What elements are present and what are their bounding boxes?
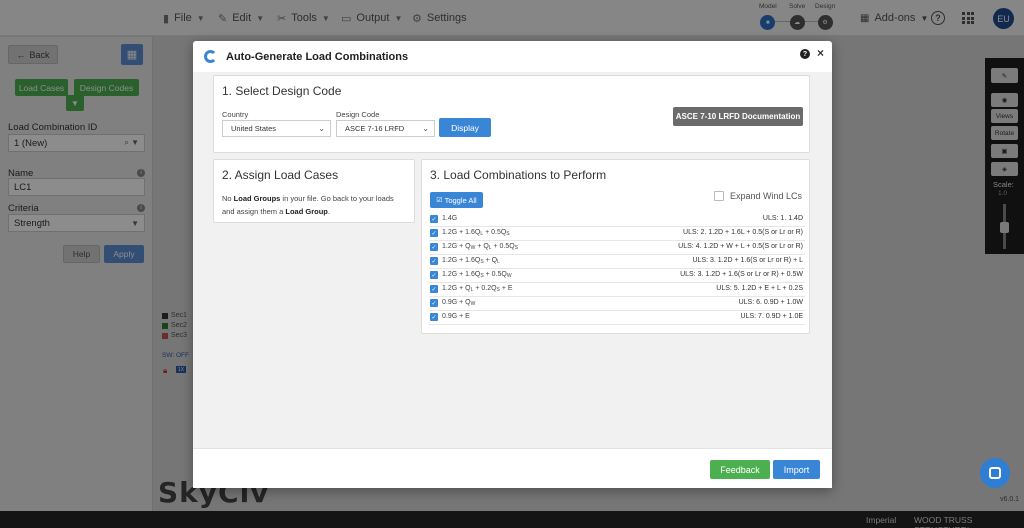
combination-formula: 1.2G + 1.6QS + 0.5QW [442,271,512,279]
load-combination-row[interactable]: ✓ 1.2G + 1.6QS + QL ULS: 3. 1.2D + 1.6(S o… [429,255,805,269]
load-combination-row[interactable]: ✓ 1.2G + QL + 0.2QS + E ULS: 5. 1.2D + E +… [429,283,805,297]
modal-title: Auto-Generate Load Combinations [226,51,409,63]
load-combination-row[interactable]: ✓ 1.2G + 1.6QL + 0.5QS ULS: 2. 1.2D + 1.6L… [429,227,805,241]
uls-combination: ULS: 7. 0.9D + 1.0E [740,313,803,320]
modal-footer: Feedback Import [193,448,832,488]
expand-wind-label: Expand Wind LCs [730,191,803,201]
close-icon[interactable]: × [817,46,824,60]
uls-combination: ULS: 4. 1.2D + W + L + 0.5(S or Lr or R) [678,243,803,250]
section-title: 2. Assign Load Cases [222,168,339,182]
combination-formula: 1.2G + 1.6QL + 0.5QS [442,229,510,237]
check-icon[interactable]: ✓ [430,243,438,251]
combination-formula: 1.2G + QL + 0.2QS + E [442,285,513,293]
country-value: United States [231,124,277,133]
help-icon[interactable]: ? [800,49,810,59]
chevron-down-icon: ⌄ [422,124,429,133]
select-design-code-card: 1. Select Design Code Country United Sta… [213,75,810,153]
check-icon[interactable]: ✓ [430,313,438,321]
uls-combination: ULS: 6. 0.9D + 1.0W [738,299,803,306]
check-icon[interactable]: ✓ [430,299,438,307]
uls-combination: ULS: 3. 1.2D + 1.6(S or Lr or R) + L [692,257,804,264]
combination-formula: 0.9G + QW [442,299,476,307]
check-icon[interactable]: ✓ [430,257,438,265]
assign-load-cases-text: No Load Groups in your file. Go back to … [222,194,394,216]
checkbox-icon: ☑ [436,197,443,204]
load-combination-row[interactable]: ✓ 0.9G + QW ULS: 6. 0.9D + 1.0W [429,297,805,311]
design-code-label: Design Code [336,110,380,119]
load-combination-row[interactable]: ✓ 0.9G + E ULS: 7. 0.9D + 1.0E [429,311,805,325]
design-code-select[interactable]: ASCE 7-16 LRFD ⌄ [336,120,435,137]
uls-combination: ULS: 5. 1.2D + E + L + 0.2S [716,285,803,292]
chat-icon [989,467,1001,479]
combination-formula: 0.9G + E [442,313,470,320]
load-combination-row[interactable]: ✓ 1.2G + 1.6QS + 0.5QW ULS: 3. 1.2D + 1.6(… [429,269,805,283]
check-icon[interactable]: ✓ [430,215,438,223]
check-icon[interactable]: ✓ [430,285,438,293]
combination-formula: 1.2G + QW + QL + 0.5QS [442,243,519,251]
uls-combination: ULS: 2. 1.2D + 1.6L + 0.5(S or Lr or R) [683,229,803,236]
country-label: Country [222,110,249,119]
uls-combination: ULS: 1. 1.4D [762,215,803,222]
combination-formula: 1.2G + 1.6QS + QL [442,257,500,265]
country-select[interactable]: United States ⌄ [222,120,331,137]
chat-button[interactable] [980,458,1010,488]
uls-combination: ULS: 3. 1.2D + 1.6(S or Lr or R) + 0.5W [680,271,803,278]
check-icon[interactable]: ✓ [430,229,438,237]
modal-header: Auto-Generate Load Combinations ? × [193,41,832,72]
toggle-all-button[interactable]: ☑ Toggle All [430,192,483,208]
import-button[interactable]: Import [773,460,820,479]
load-combinations-card: 3. Load Combinations to Perform ☑ Toggle… [421,159,810,334]
toggle-all-label: Toggle All [444,195,477,205]
skyciv-logo-icon [204,50,217,63]
combination-formula: 1.4G [442,215,458,222]
feedback-button[interactable]: Feedback [710,460,770,479]
auto-generate-modal: Auto-Generate Load Combinations ? × 1. S… [193,41,832,488]
load-combination-row[interactable]: ✓ 1.2G + QW + QL + 0.5QS ULS: 4. 1.2D + W … [429,241,805,255]
section-title: 1. Select Design Code [222,84,342,98]
modal-body: 1. Select Design Code Country United Sta… [193,72,832,448]
load-combination-row[interactable]: ✓ 1.4G ULS: 1. 1.4D [429,213,805,227]
documentation-button[interactable]: ASCE 7-10 LRFD Documentation [673,107,803,126]
check-icon[interactable]: ✓ [430,271,438,279]
checkbox[interactable] [714,191,724,201]
chevron-down-icon: ⌄ [318,124,325,133]
display-button[interactable]: Display [439,118,491,137]
assign-load-cases-card: 2. Assign Load Cases No Load Groups in y… [213,159,415,223]
expand-wind-checkbox[interactable]: Expand Wind LCs [714,191,802,201]
section-title: 3. Load Combinations to Perform [430,168,607,182]
design-code-value: ASCE 7-16 LRFD [345,124,405,133]
